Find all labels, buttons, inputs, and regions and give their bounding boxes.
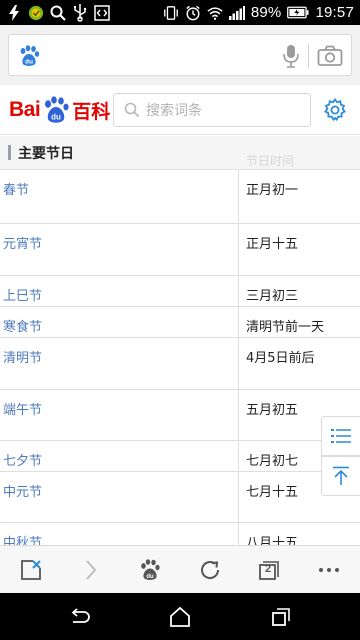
festival-date: 七月初七: [246, 454, 299, 469]
festival-name-cell: 中元节: [0, 472, 239, 522]
festival-name-link[interactable]: 端午节: [3, 399, 42, 418]
festival-name-link[interactable]: 上巳节: [3, 285, 42, 304]
status-right-icons: 89% 19:57: [163, 0, 354, 25]
festival-name-link[interactable]: 清明节: [3, 347, 42, 366]
table-row: 中元节 七月十五: [0, 472, 360, 523]
table-row: 七夕节 七月初七: [0, 441, 360, 472]
close-tab-icon[interactable]: [18, 557, 44, 583]
festival-date: 七月十五: [246, 485, 299, 500]
table-row: 元宵节 正月十五: [0, 224, 360, 276]
table-row: 端午节 五月初五: [0, 390, 360, 441]
camera-icon[interactable]: [317, 45, 343, 67]
festival-name-link[interactable]: 春节: [3, 179, 29, 198]
table-row: 中秋节 八月十五: [0, 523, 360, 545]
column-header-date: 节日时间: [246, 154, 295, 168]
logo-bai-text: Bai: [9, 98, 41, 121]
address-bar[interactable]: du: [8, 34, 352, 76]
festival-date: 八月十五: [246, 536, 299, 545]
logo-baike-text: 百科: [72, 100, 111, 123]
home-icon[interactable]: [168, 605, 192, 629]
festival-name-cell: 端午节: [0, 390, 239, 440]
table-of-contents-button[interactable]: [321, 416, 360, 456]
clock: 19:57: [315, 4, 354, 21]
section-marker: [8, 145, 11, 160]
baike-logo[interactable]: Bai du 百科: [9, 95, 110, 125]
section-header: 主要节日 节日时间: [0, 136, 360, 170]
back-icon[interactable]: [67, 605, 91, 629]
table-row: 清明节 4月5日前后: [0, 338, 360, 390]
back-to-top-button[interactable]: [321, 456, 360, 496]
vibrate-icon: [163, 5, 179, 21]
festival-table: 春节 正月初一 元宵节 正月十五 上巳节 三月初三 寒食节 清明节前一天 清明节…: [0, 170, 360, 545]
festival-name-cell: 元宵节: [0, 224, 239, 275]
wifi-icon: [207, 5, 223, 21]
section-title: 主要节日: [18, 146, 74, 162]
battery-percent: 89%: [250, 4, 282, 21]
svg-text:du: du: [146, 574, 154, 580]
festival-name-cell: 春节: [0, 170, 239, 223]
logo-paw-icon: du: [45, 96, 69, 123]
settings-gear-icon[interactable]: [323, 97, 347, 122]
address-divider: [308, 44, 309, 68]
festival-date: 五月初五: [246, 403, 299, 418]
festival-name-link[interactable]: 元宵节: [3, 233, 42, 252]
baike-search-box[interactable]: [113, 93, 311, 127]
festival-name-cell: 清明节: [0, 338, 239, 389]
festival-name-cell: 上巳节: [0, 276, 239, 306]
baidu-paw-icon[interactable]: du: [17, 44, 41, 68]
arrow-up-icon: [333, 466, 349, 485]
refresh-icon[interactable]: [197, 557, 223, 583]
battery-icon: [287, 5, 309, 21]
signal-icon: [228, 5, 245, 21]
table-row: 上巳节 三月初三: [0, 276, 360, 307]
baike-header: Bai du 百科: [0, 85, 360, 135]
festival-name-link[interactable]: 中元节: [3, 481, 42, 500]
search-input[interactable]: [146, 100, 306, 122]
festival-name-cell: 寒食节: [0, 307, 239, 337]
recent-apps-icon[interactable]: [269, 605, 293, 629]
list-icon: [331, 429, 351, 443]
festival-date: 正月初一: [246, 183, 299, 198]
code-icon: [94, 4, 110, 21]
microphone-icon[interactable]: [281, 43, 301, 69]
tab-count: 2: [265, 563, 272, 575]
browser-toolbar: du 2: [0, 545, 360, 593]
coin-icon: [28, 5, 44, 21]
svg-text:du: du: [25, 59, 33, 66]
baidu-home-icon[interactable]: du: [137, 557, 163, 583]
status-left-icons: [6, 0, 110, 25]
table-row: 春节 正月初一: [0, 170, 360, 224]
forward-icon[interactable]: [78, 557, 104, 583]
festival-date: 正月十五: [246, 237, 299, 252]
festival-name-link[interactable]: 寒食节: [3, 316, 42, 335]
festival-name-cell: 中秋节: [0, 523, 239, 545]
system-navigation-bar: [0, 593, 360, 640]
festival-name-cell: 七夕节: [0, 441, 239, 471]
browser-address-area: du: [0, 25, 360, 85]
festival-date: 三月初三: [246, 289, 299, 304]
festival-name-link[interactable]: 中秋节: [3, 532, 42, 545]
festival-date: 4月5日前后: [246, 351, 315, 366]
festival-date: 清明节前一天: [246, 320, 325, 335]
tabs-icon[interactable]: 2: [256, 557, 282, 583]
festival-name-link[interactable]: 七夕节: [3, 450, 42, 469]
table-row: 寒食节 清明节前一天: [0, 307, 360, 338]
usb-icon: [72, 3, 88, 22]
svg-text:du: du: [51, 113, 61, 122]
more-icon[interactable]: [316, 557, 342, 583]
flash-icon: [6, 4, 22, 21]
alarm-icon: [185, 5, 201, 21]
search-icon: [124, 102, 140, 118]
search-icon: [50, 5, 66, 21]
status-bar: 89% 19:57: [0, 0, 360, 25]
